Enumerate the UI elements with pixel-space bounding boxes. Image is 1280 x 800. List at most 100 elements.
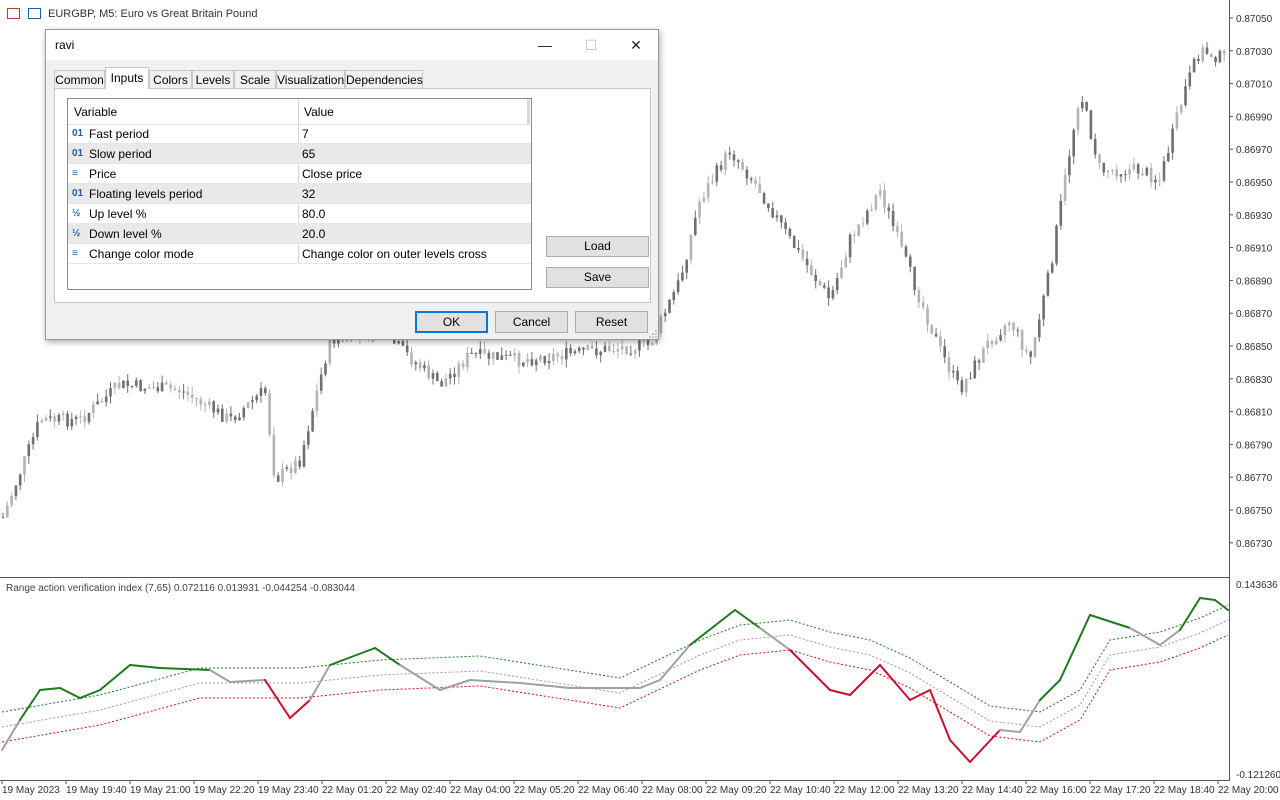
table-row[interactable]: 01 Slow period 65 [68, 144, 531, 164]
candle-body [182, 391, 185, 393]
price-tick-label: 0.86830 [1236, 375, 1273, 386]
row-value[interactable]: 80.0 [302, 207, 325, 221]
tab-inputs[interactable]: Inputs [105, 67, 149, 89]
row-value[interactable]: 32 [302, 187, 315, 201]
candle-body [1132, 164, 1136, 170]
tab-dependencies[interactable]: Dependencies [345, 70, 423, 88]
chart-bars-icon[interactable] [28, 8, 41, 19]
candle-body [143, 388, 147, 391]
row-value[interactable]: 7 [302, 127, 309, 141]
oscillator-segment [289, 699, 311, 719]
candle-body [470, 352, 473, 354]
candle-body [401, 341, 405, 346]
candle-body [762, 193, 766, 204]
candle-body [999, 335, 1002, 341]
candle-body [1128, 169, 1131, 175]
tab-visualization[interactable]: Visualization [276, 70, 345, 88]
table-row[interactable]: 01 Floating levels period 32 [68, 184, 531, 204]
oscillator-segment [759, 627, 791, 651]
candle-body [590, 345, 594, 349]
time-tick-label: 22 May 05:20 [514, 785, 575, 796]
resize-grip-icon[interactable] [649, 330, 657, 338]
candle-body [582, 347, 585, 350]
candle-body [1111, 169, 1114, 172]
tab-scale[interactable]: Scale [234, 70, 276, 88]
minimize-button[interactable]: — [522, 30, 568, 60]
candle-body [565, 347, 568, 360]
dialog-titlebar[interactable]: ravi — ☐ ✕ [46, 30, 658, 60]
row-variable: Price [89, 167, 117, 181]
table-row[interactable]: ½ Down level % 20.0 [68, 224, 531, 244]
table-row[interactable]: ≡ Change color mode Change color on oute… [68, 244, 531, 264]
candle-body [1167, 152, 1170, 162]
candle-body [1, 517, 5, 519]
candle-body [199, 399, 203, 405]
oscillator-segment [639, 679, 661, 689]
candle-body [724, 152, 727, 170]
candle-body [943, 346, 946, 358]
candle-body [732, 154, 736, 161]
header-variable[interactable]: Variable [74, 105, 117, 119]
row-variable: Down level % [89, 227, 162, 241]
candle-body [36, 422, 39, 438]
candle-body [6, 505, 9, 518]
candle-body [1158, 179, 1161, 181]
candle-body [18, 474, 22, 486]
candle-body [117, 382, 121, 389]
candle-body [1162, 161, 1166, 181]
time-tick-label: 19 May 19:40 [66, 785, 127, 796]
table-row[interactable]: ≡ Price Close price [68, 164, 531, 184]
candle-body [814, 275, 817, 282]
candle-body [952, 370, 955, 373]
row-value[interactable]: Close price [302, 167, 362, 181]
close-button[interactable]: ✕ [613, 30, 659, 60]
table-scrollbar[interactable] [527, 99, 530, 124]
candle-body [70, 419, 74, 427]
oscillator-segment [374, 647, 401, 666]
candle-body [457, 363, 461, 378]
candle-body [96, 401, 99, 405]
indicator-properties-dialog: ravi — ☐ ✕ Common Inputs Colors Levels S… [45, 29, 659, 340]
candle-body [1201, 47, 1204, 61]
reset-button[interactable]: Reset [575, 311, 648, 333]
candle-body [431, 373, 435, 379]
table-row[interactable]: 01 Fast period 7 [68, 124, 531, 144]
candle-body [1085, 101, 1088, 111]
time-tick-label: 22 May 14:40 [962, 785, 1023, 796]
candle-body [1055, 225, 1058, 264]
load-button[interactable]: Load [546, 236, 649, 257]
candle-body [487, 352, 491, 359]
row-value[interactable]: 65 [302, 147, 315, 161]
candle-body [264, 388, 267, 394]
oscillator-segment [1199, 597, 1216, 601]
candle-body [792, 236, 796, 248]
candle-body [276, 475, 280, 482]
row-value[interactable]: Change color on outer levels cross [302, 247, 487, 261]
row-value[interactable]: 20.0 [302, 227, 325, 241]
middle-level-line [1, 619, 1229, 728]
candle-body [397, 341, 400, 344]
tab-common[interactable]: Common [54, 70, 105, 88]
row-variable: Change color mode [89, 247, 194, 261]
time-tick-label: 22 May 20:00 [1218, 785, 1279, 796]
chart-list-icon[interactable] [7, 8, 20, 19]
candle-body [1050, 263, 1054, 273]
cancel-button[interactable]: Cancel [495, 311, 568, 333]
candle-body [104, 396, 108, 403]
candle-body [195, 397, 198, 400]
candle-body [780, 215, 783, 223]
tab-colors[interactable]: Colors [149, 70, 192, 88]
candle-body [1115, 169, 1118, 177]
price-tick-label: 0.86790 [1236, 440, 1273, 451]
candle-body [827, 287, 830, 299]
save-button[interactable]: Save [546, 267, 649, 288]
oscillator-segment [1019, 699, 1041, 733]
candle-body [169, 384, 172, 389]
candle-body [160, 382, 164, 392]
tab-levels[interactable]: Levels [192, 70, 234, 88]
oscillator-segment [439, 679, 471, 691]
candle-body [479, 349, 482, 354]
header-value[interactable]: Value [304, 105, 334, 119]
table-row[interactable]: ½ Up level % 80.0 [68, 204, 531, 224]
ok-button[interactable]: OK [415, 311, 488, 333]
